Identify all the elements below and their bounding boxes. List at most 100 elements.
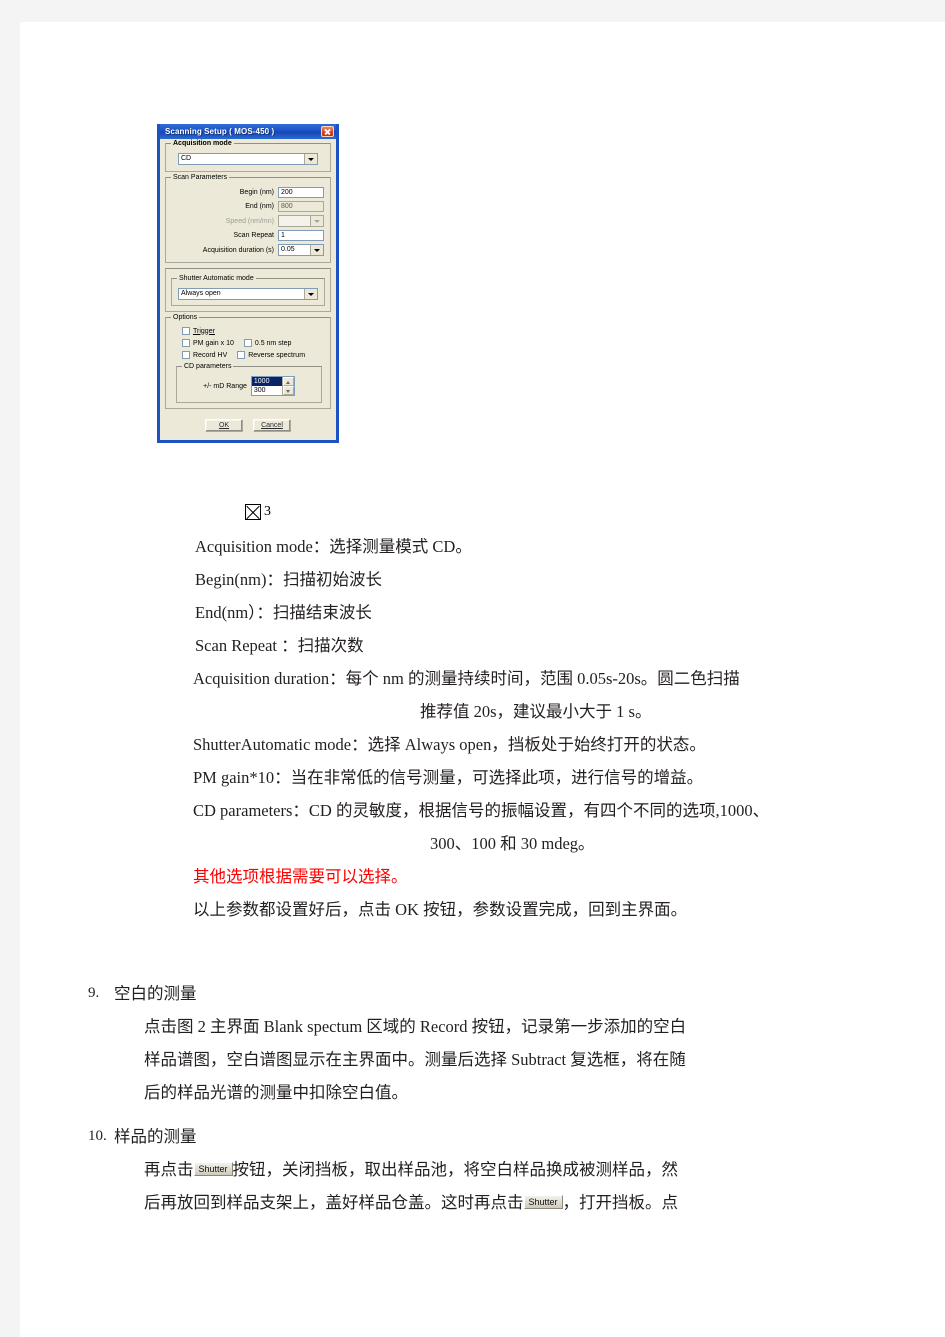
speed-value	[279, 216, 310, 226]
cd-range-spin-buttons[interactable]	[281, 377, 294, 395]
cd-range-option-selected[interactable]: 1000	[251, 377, 282, 386]
cd-range-label: +/- mD Range	[203, 382, 247, 390]
acquisition-duration-label: Acquisition duration (s)	[202, 246, 274, 254]
checkbox-trigger[interactable]	[182, 327, 190, 335]
checkbox-record-hv[interactable]	[182, 351, 190, 359]
desc-cd-parameters-cont: 300、100 和 30 mdeg。	[430, 834, 595, 853]
section-10-line-1-post: 按钮，关闭挡板，取出样品池，将空白样品换成被测样品，然	[232, 1160, 679, 1179]
shutter-mode-group: Shutter Automatic mode Always open	[171, 275, 325, 306]
section-9-line-1: 点击图 2 主界面 Blank spectum 区域的 Record 按钮，记录…	[144, 1017, 687, 1036]
shutter-mode-value: Always open	[181, 290, 221, 297]
chevron-down-icon[interactable]	[304, 154, 317, 164]
desc-acquisition-duration-cont: 推荐值 20s，建议最小大于 1 s。	[420, 702, 652, 721]
option-half-nm-step-label: 0.5 nm step	[254, 339, 292, 347]
section-9: 9. 空白的测量 点击图 2 主界面 Blank spectum 区域的 Rec…	[88, 977, 888, 1109]
section-9-item: 9. 空白的测量 点击图 2 主界面 Blank spectum 区域的 Rec…	[88, 977, 888, 1109]
section-10: 10. 样品的测量 再点击 Shutter 按钮，关闭挡板，取出样品池，将空白样品换…	[88, 1120, 888, 1219]
figure-caption: 3	[245, 504, 271, 520]
section-10-item: 10. 样品的测量 再点击 Shutter 按钮，关闭挡板，取出样品池，将空白样品换…	[88, 1120, 888, 1219]
option-record-hv-label: Record HV	[193, 351, 228, 359]
desc-shutter-mode: ShutterAutomatic mode：选择 Always open，挡板处…	[193, 735, 706, 754]
ok-button[interactable]: OK	[205, 419, 243, 432]
spinner-down-icon[interactable]	[282, 386, 294, 395]
section-9-marker: 9.	[88, 985, 100, 1001]
desc-pm-gain: PM gain*10：当在非常低的信号测量，可选择此项，进行信号的增益。	[193, 768, 704, 787]
desc-other-options-note: 其他选项根据需要可以选择。	[193, 867, 408, 886]
shutter-button-inline-1[interactable]: Shutter	[193, 1162, 233, 1177]
begin-nm-row: Begin (nm) 200	[172, 187, 324, 198]
options-group: Options Trigger PM gain x 10 0.5 nm step…	[165, 314, 331, 409]
figure-number: 3	[264, 504, 271, 519]
dialog-body: Acquisition mode CD Scan Parameters Begi…	[160, 139, 336, 440]
acquisition-mode-legend: Acquisition mode	[171, 140, 234, 148]
section-10-line-2-pre: 后再放回到样品支架上，盖好样品仓盖。这时再点击	[144, 1193, 524, 1212]
dialog-title: Scanning Setup ( MOS-450 )	[165, 127, 275, 136]
section-10-marker: 10.	[88, 1128, 107, 1144]
section-10-title: 样品的测量	[114, 1127, 197, 1146]
desc-scan-repeat: Scan Repeat ：扫描次数	[195, 636, 364, 655]
begin-nm-input[interactable]: 200	[278, 187, 324, 198]
shutter-mode-select[interactable]: Always open	[178, 288, 318, 300]
shutter-button-inline-2[interactable]: Shutter	[523, 1195, 563, 1210]
acquisition-duration-select[interactable]: 0.05	[278, 244, 324, 256]
speed-row: Speed (nm/mn)	[172, 215, 324, 227]
option-reverse-spectrum-label: Reverse spectrum	[248, 351, 306, 359]
ok-button-label: OK	[218, 422, 230, 429]
acquisition-mode-group: Acquisition mode CD	[165, 140, 331, 172]
close-icon[interactable]	[321, 126, 334, 137]
cancel-button-label: Cancel	[261, 422, 283, 429]
options-legend: Options	[171, 314, 200, 322]
checkbox-half-nm-step[interactable]	[243, 339, 252, 347]
chevron-down-icon	[310, 216, 323, 226]
scan-repeat-label: Scan Repeat	[233, 232, 274, 239]
scan-parameters-legend: Scan Parameters	[171, 174, 230, 182]
cd-range-row: +/- mD Range 1000 300	[183, 376, 315, 396]
end-nm-input[interactable]: 800	[278, 201, 324, 212]
section-9-body: 空白的测量 点击图 2 主界面 Blank spectum 区域的 Record…	[114, 977, 888, 1109]
dialog-button-row: OK Cancel	[165, 414, 331, 435]
cd-range-spinner[interactable]: 1000 300	[250, 376, 295, 396]
section-9-title: 空白的测量	[114, 984, 197, 1003]
speed-label: Speed (nm/mn)	[225, 217, 274, 225]
section-9-line-3: 后的样品光谱的测量中扣除空白值。	[144, 1083, 408, 1102]
scan-parameters-group: Scan Parameters Begin (nm) 200 End (nm) …	[165, 174, 331, 263]
checkbox-reverse-spectrum[interactable]	[237, 351, 246, 359]
chevron-down-icon[interactable]	[310, 245, 323, 255]
acquisition-duration-value: 0.05	[281, 246, 295, 253]
section-10-line-1-pre: 再点击	[144, 1160, 194, 1179]
cd-range-list[interactable]: 1000 300	[251, 377, 282, 395]
desc-acquisition-duration: Acquisition duration：每个 nm 的测量持续时间，范围 0.…	[193, 669, 740, 688]
cancel-button[interactable]: Cancel	[253, 419, 291, 432]
speed-select	[278, 215, 324, 227]
document-page: Scanning Setup ( MOS-450 ) Acquisition m…	[20, 22, 945, 1337]
section-10-line-2-post: ，打开挡板。点	[562, 1193, 679, 1212]
cd-range-option[interactable]: 300	[252, 386, 282, 395]
option-trigger-row: Trigger	[174, 327, 324, 335]
desc-end-nm: End(nm）：扫描结束波长	[195, 603, 372, 622]
checkbox-pm-gain[interactable]	[182, 339, 190, 347]
parameter-description-block: Acquisition mode：选择测量模式 CD。 Begin(nm)：扫描…	[130, 530, 890, 926]
chevron-down-icon[interactable]	[304, 289, 317, 299]
section-10-line-1: 再点击 Shutter 按钮，关闭挡板，取出样品池，将空白样品换成被测样品，然	[114, 1153, 888, 1186]
desc-acquisition-mode: Acquisition mode：选择测量模式 CD。	[195, 537, 472, 556]
acquisition-mode-value: CD	[181, 155, 192, 162]
cd-parameters-group: CD parameters +/- mD Range 1000 300	[176, 363, 322, 403]
scanning-setup-dialog: Scanning Setup ( MOS-450 ) Acquisition m…	[157, 124, 339, 443]
section-10-body: 样品的测量 再点击 Shutter 按钮，关闭挡板，取出样品池，将空白样品换成被测样…	[114, 1120, 888, 1219]
end-nm-row: End (nm) 800	[172, 201, 324, 212]
desc-finish-note: 以上参数都设置好后，点击 OK 按钮，参数设置完成，回到主界面。	[193, 900, 688, 919]
scan-repeat-input[interactable]: 1	[278, 230, 324, 241]
desc-cd-parameters: CD parameters：CD 的灵敏度，根据信号的振幅设置，有四个不同的选项…	[193, 801, 770, 820]
end-nm-label: End (nm)	[245, 203, 274, 210]
image-placeholder-icon	[245, 504, 261, 520]
option-row-3: Record HV Reverse spectrum	[174, 351, 324, 359]
cd-parameters-legend: CD parameters	[182, 363, 234, 371]
dialog-titlebar: Scanning Setup ( MOS-450 )	[160, 124, 336, 139]
desc-begin-nm: Begin(nm)：扫描初始波长	[195, 570, 382, 589]
begin-nm-label: Begin (nm)	[239, 189, 274, 196]
shutter-mode-legend: Shutter Automatic mode	[177, 275, 256, 283]
acquisition-mode-select[interactable]: CD	[178, 153, 318, 165]
scan-repeat-row: Scan Repeat 1	[172, 230, 324, 241]
shutter-mode-outer: Shutter Automatic mode Always open	[165, 268, 331, 312]
spinner-up-icon[interactable]	[282, 377, 294, 386]
